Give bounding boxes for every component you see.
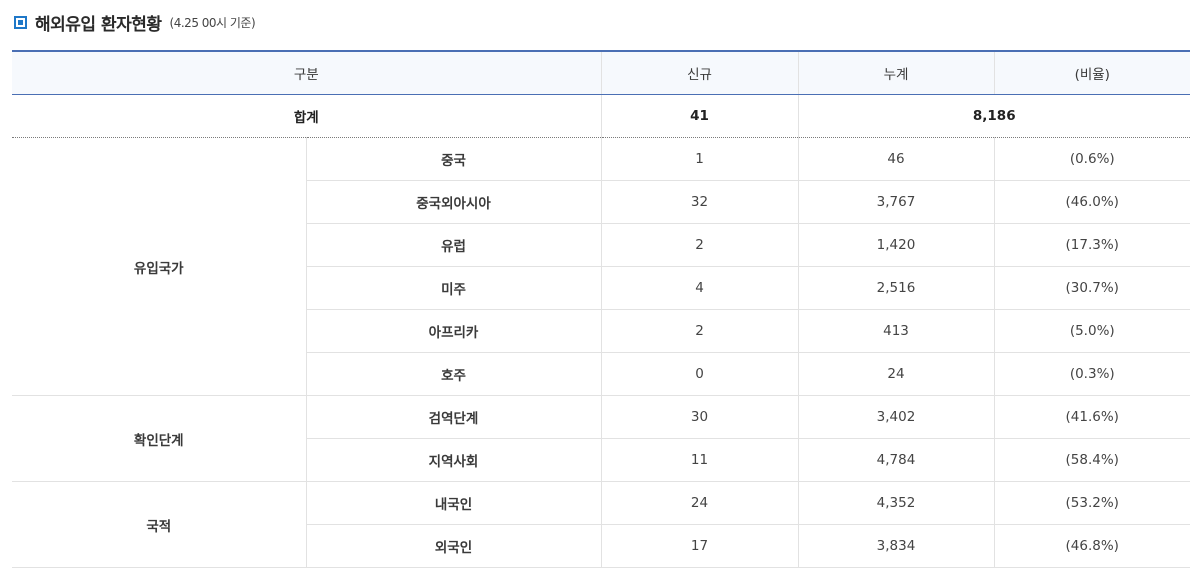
row-cumulative: 24	[797, 352, 994, 396]
group-label: 국적	[12, 481, 306, 568]
table-header-row: 구분 신규 누계 (비율)	[12, 50, 1190, 95]
total-cumulative: 8,186	[797, 94, 1190, 138]
row-cumulative: 1,420	[797, 223, 994, 267]
row-new: 32	[600, 180, 798, 224]
row-new: 2	[600, 223, 798, 267]
row-ratio: (0.6%)	[993, 137, 1190, 181]
square-bullet-icon	[14, 15, 27, 29]
row-new: 0	[600, 352, 798, 396]
total-row: 합계 41 8,186	[12, 94, 1190, 138]
row-ratio: (0.3%)	[993, 352, 1190, 396]
row-new: 1	[600, 137, 798, 181]
total-new: 41	[600, 94, 798, 138]
row-label: 외국인	[305, 524, 601, 568]
row-label: 내국인	[305, 481, 601, 525]
column-header-ratio: (비율)	[993, 50, 1190, 95]
column-header-cumulative: 누계	[797, 50, 994, 95]
table-row: 유입국가 중국 1 46 (0.6%)	[12, 137, 1190, 396]
row-cumulative: 4,784	[797, 438, 994, 482]
row-label: 호주	[305, 352, 601, 396]
table-row: 확인단계 검역단계 30 3,402 (41.6%)	[12, 395, 1190, 482]
row-ratio: (41.6%)	[993, 395, 1190, 439]
row-cumulative: 3,767	[797, 180, 994, 224]
row-cumulative: 3,834	[797, 524, 994, 568]
row-label: 유럽	[305, 223, 601, 267]
page-subtitle: (4.25 00시 기준)	[169, 15, 256, 30]
table-row: 국적 내국인 24 4,352 (53.2%)	[12, 481, 1190, 568]
import-cases-table: 구분 신규 누계 (비율) 합계 41 8,186 유입국가 중국 1 46 (…	[12, 50, 1190, 568]
row-ratio: (46.0%)	[993, 180, 1190, 224]
row-new: 11	[600, 438, 798, 482]
row-label: 중국	[305, 137, 601, 181]
row-label: 중국외아시아	[305, 180, 601, 224]
row-ratio: (5.0%)	[993, 309, 1190, 353]
row-label: 검역단계	[305, 395, 601, 439]
row-ratio: (58.4%)	[993, 438, 1190, 482]
row-ratio: (46.8%)	[993, 524, 1190, 568]
row-new: 17	[600, 524, 798, 568]
group-label: 확인단계	[12, 395, 306, 482]
row-cumulative: 2,516	[797, 266, 994, 310]
page-title: 해외유입 환자현황	[35, 14, 162, 35]
page-title-row: 해외유입 환자현황 (4.25 00시 기준)	[14, 9, 256, 35]
row-cumulative: 4,352	[797, 481, 994, 525]
column-header-new: 신규	[600, 50, 798, 95]
row-cumulative: 3,402	[797, 395, 994, 439]
row-new: 24	[600, 481, 798, 525]
row-ratio: (53.2%)	[993, 481, 1190, 525]
row-label: 지역사회	[305, 438, 601, 482]
row-new: 2	[600, 309, 798, 353]
row-ratio: (30.7%)	[993, 266, 1190, 310]
column-header-category: 구분	[12, 50, 601, 95]
row-ratio: (17.3%)	[993, 223, 1190, 267]
row-label: 미주	[305, 266, 601, 310]
row-new: 4	[600, 266, 798, 310]
row-label: 아프리카	[305, 309, 601, 353]
total-label: 합계	[12, 94, 601, 138]
row-new: 30	[600, 395, 798, 439]
row-cumulative: 413	[797, 309, 994, 353]
row-cumulative: 46	[797, 137, 994, 181]
group-label: 유입국가	[12, 137, 306, 396]
